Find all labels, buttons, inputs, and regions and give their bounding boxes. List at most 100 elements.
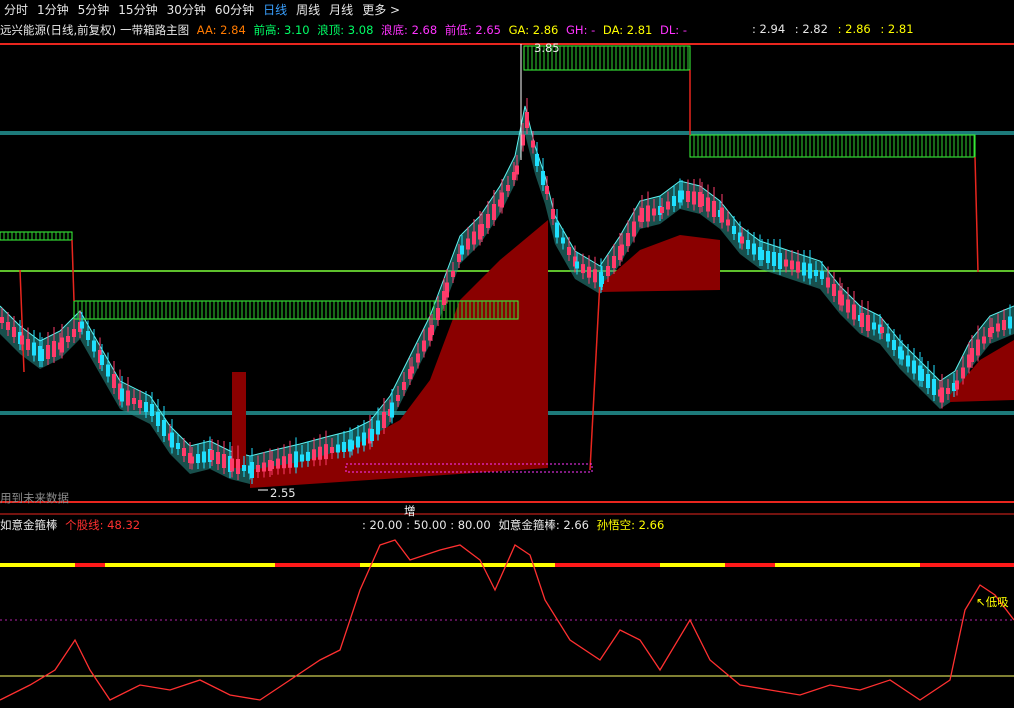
- candle-body: [382, 412, 386, 428]
- candle-body: [872, 322, 876, 330]
- candle-body: [906, 355, 910, 367]
- candle-body: [772, 252, 776, 266]
- indicator-name[interactable]: 一带箱路主图: [120, 23, 189, 37]
- sub-legend-name2: 如意金箍棒: 2.66: [498, 518, 589, 532]
- candle-body: [156, 412, 160, 426]
- dixi-arrow-icon: ↖: [976, 595, 986, 609]
- right-value-2: : 2.82: [794, 22, 828, 36]
- candle-body: [40, 349, 44, 361]
- candle-body: [666, 201, 670, 210]
- box-right: [689, 134, 976, 158]
- candle-body: [500, 192, 504, 208]
- candle-body: [732, 226, 736, 234]
- candle-body: [306, 451, 310, 461]
- candle-body: [900, 350, 904, 360]
- candle-body: [0, 317, 4, 323]
- candle-body: [282, 456, 286, 469]
- candle-body: [600, 276, 604, 284]
- candle-body: [32, 342, 36, 356]
- candle-body: [561, 237, 565, 244]
- candle-body: [422, 340, 426, 352]
- candle-body: [416, 353, 420, 363]
- candle-body: [52, 341, 56, 357]
- candle-body: [222, 454, 226, 468]
- candle-body: [932, 379, 936, 395]
- candle-body: [646, 205, 650, 222]
- stock-title: 远兴能源(日线,前复权): [0, 23, 117, 37]
- kline-chart[interactable]: [0, 0, 1014, 708]
- candle-body: [784, 259, 788, 267]
- candle-body: [740, 236, 744, 244]
- low-price-label: 2.55: [270, 486, 296, 500]
- candle-body: [236, 459, 240, 474]
- candle-body: [826, 277, 830, 288]
- candle-body: [376, 420, 380, 435]
- candle-body: [832, 284, 836, 296]
- candle-body: [706, 197, 710, 212]
- red-step-4: [589, 279, 601, 471]
- candle-body: [436, 308, 440, 320]
- sub-indicator-name[interactable]: 如意金箍棒: [0, 518, 58, 532]
- candle-body: [170, 432, 174, 448]
- candle-body: [860, 313, 864, 327]
- candle-body: [575, 261, 579, 269]
- candle-body: [370, 429, 374, 441]
- candle-body: [356, 436, 360, 448]
- candle-body: [216, 452, 220, 464]
- candle-body: [961, 367, 965, 379]
- red-step-5: [19, 269, 25, 373]
- candle-body: [940, 387, 944, 403]
- candle-body: [680, 190, 684, 200]
- box-mid: [73, 300, 519, 320]
- candle-body: [100, 355, 104, 365]
- candle-body: [672, 196, 676, 206]
- candle-body: [80, 321, 84, 329]
- candle-body: [350, 440, 354, 450]
- red-step-3: [974, 156, 979, 273]
- candle-body: [982, 336, 986, 344]
- candle-body: [20, 335, 24, 345]
- candle-body: [567, 247, 571, 255]
- candle-body: [581, 264, 585, 274]
- candle-body: [92, 340, 96, 352]
- legend-aa: AA: 2.84: [196, 23, 246, 37]
- candle-body: [126, 390, 130, 406]
- candle-body: [506, 185, 510, 191]
- candle-body: [288, 453, 292, 468]
- candle-body: [6, 322, 10, 330]
- legend-ga: GA: 2.86: [508, 23, 559, 37]
- legend-langdi: 浪底: 2.68: [381, 23, 438, 37]
- candle-body: [26, 339, 30, 350]
- candle-body: [946, 388, 950, 394]
- candle-body: [72, 329, 76, 337]
- candle-body: [692, 191, 696, 205]
- candle-body: [593, 269, 597, 283]
- candle-body: [551, 209, 555, 219]
- main-legend: 远兴能源(日线,前复权) 一带箱路主图 AA: 2.84 前高: 3.10 浪顶:…: [0, 22, 691, 38]
- right-legend: : 2.94 : 2.82 : 2.86 : 2.81: [752, 22, 920, 36]
- candle-body: [457, 254, 461, 262]
- candle-body: [106, 364, 110, 377]
- candle-body: [256, 465, 260, 472]
- candle-body: [402, 382, 406, 390]
- candle-body: [990, 327, 994, 333]
- candle-body: [541, 171, 545, 185]
- candle-body: [515, 165, 519, 175]
- candle-body: [632, 221, 636, 237]
- candle-body: [60, 337, 64, 353]
- right-value-3: : 2.86: [837, 22, 871, 36]
- candle-body: [190, 456, 194, 464]
- sub-legend-geguxian: 个股线: 48.32: [65, 518, 141, 532]
- candle-body: [712, 201, 716, 217]
- candle-body: [144, 402, 148, 412]
- candle-body: [886, 333, 890, 342]
- candle-body: [606, 266, 610, 276]
- candle-body: [66, 336, 70, 342]
- candle-body: [926, 374, 930, 388]
- sub-legend-levels: : 20.00 : 50.00 : 80.00: [362, 518, 491, 532]
- candle-body: [920, 369, 924, 381]
- sub-legend-wukong: 孙悟空: 2.66: [596, 518, 665, 532]
- candle-body: [612, 256, 616, 268]
- candle-body: [525, 112, 529, 128]
- candle-body: [846, 299, 850, 313]
